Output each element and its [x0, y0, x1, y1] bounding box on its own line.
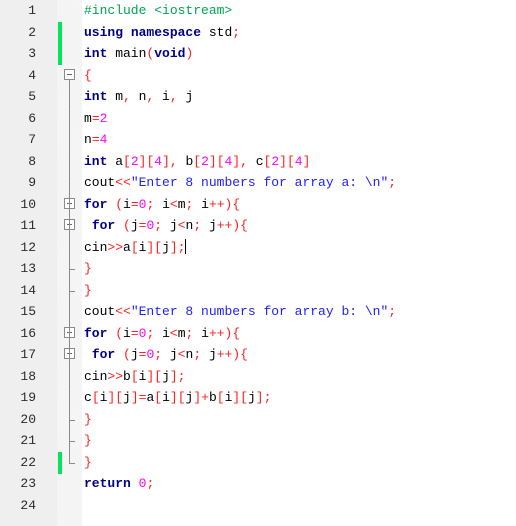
line-number: 8: [28, 153, 36, 169]
line-number: 16: [20, 325, 36, 341]
code-text: for (i=0; i<m; i++){: [84, 325, 241, 341]
code-line[interactable]: 11 for (j=0; j<n; j++){: [0, 215, 516, 237]
code-line[interactable]: 22}: [0, 451, 516, 474]
code-text: }: [84, 433, 92, 448]
code-line[interactable]: 23 return 0;: [0, 473, 516, 495]
code-text: for (j=0; j<n; j++){: [91, 218, 248, 233]
code-text: for (i=0; i<m; i++){: [84, 196, 241, 212]
line-number: 14: [20, 282, 36, 298]
line-number: 3: [28, 46, 36, 61]
line-number: 11: [20, 218, 36, 233]
code-line[interactable]: 1 #include <iostream>: [0, 0, 516, 22]
line-number: 20: [20, 411, 36, 427]
code-text: using namespace std;: [84, 24, 241, 40]
code-line[interactable]: 10 for (i=0; i<m; i++){: [0, 194, 516, 216]
code-text: int m, n, i, j: [84, 89, 194, 104]
code-line[interactable]: 6 m=2: [0, 108, 516, 130]
code-line[interactable]: 9 cout<<"Enter 8 numbers for array a: \n"…: [0, 172, 516, 194]
code-text: return 0;: [84, 476, 155, 491]
text-caret: [185, 238, 187, 254]
fold-end-tick: [69, 290, 75, 292]
code-line[interactable]: 17 for (j=0; j<n; j++){: [0, 344, 516, 366]
code-text: }: [84, 261, 92, 276]
fold-end-tick: [69, 269, 75, 270]
code-editor[interactable]: 1 #include <iostream> 2 using namespace std…: [0, 0, 516, 526]
code-text: c[i][j]=a[i][j]+b[i][j];: [84, 390, 272, 405]
code-text: int a[2][4], b[2][4], c[2][4]: [84, 153, 311, 169]
code-line[interactable]: 8 int a[2][4], b[2][4], c[2][4]: [0, 151, 516, 173]
code-line[interactable]: 14}: [0, 280, 516, 302]
fold-collapse-icon[interactable]: [64, 68, 75, 80]
code-text: int main(void): [84, 46, 194, 61]
code-text: }: [84, 282, 92, 298]
line-number: 1: [28, 3, 36, 18]
line-number: 7: [28, 132, 36, 147]
line-number: 22: [20, 454, 36, 470]
line-number: 18: [20, 368, 36, 384]
line-number: 24: [20, 497, 36, 513]
fold-end-tick: [69, 441, 75, 442]
code-text: m=2: [84, 110, 108, 126]
code-line[interactable]: 21}: [0, 430, 516, 452]
line-number: 19: [20, 390, 36, 405]
code-line[interactable]: 18 cin>>b[i][j];: [0, 366, 516, 388]
code-text: cout<<"Enter 8 numbers for array a: \n";: [84, 175, 397, 190]
code-line[interactable]: 2 using namespace std;: [0, 21, 516, 44]
line-number: 5: [28, 89, 36, 104]
change-marker: [58, 451, 62, 474]
code-text: for (j=0; j<n; j++){: [91, 347, 248, 362]
code-text: }: [84, 454, 92, 470]
line-number: 10: [20, 196, 36, 212]
code-line[interactable]: 19 c[i][j]=a[i][j]+b[i][j];: [0, 387, 516, 409]
code-line[interactable]: 12 cin>>a[i][j];: [0, 237, 516, 259]
line-number: 13: [20, 261, 36, 276]
line-number: 12: [20, 239, 36, 255]
line-number: 4: [28, 67, 36, 83]
line-number: 17: [20, 347, 36, 362]
line-number: 6: [28, 110, 36, 126]
line-number: 21: [20, 433, 36, 448]
change-marker: [58, 43, 62, 65]
line-number: 15: [20, 304, 36, 319]
fold-guide-line: [69, 79, 70, 464]
fold-end-tick: [69, 462, 75, 464]
code-text: #include <iostream>: [84, 3, 233, 18]
code-text: cin>>b[i][j];: [84, 368, 186, 384]
code-text: n=4: [84, 132, 108, 147]
line-number: 23: [20, 476, 36, 491]
line-number: 2: [28, 24, 36, 40]
code-text: cin>>a[i][j];: [84, 238, 187, 255]
code-line[interactable]: 16 for (i=0; i<m; i++){: [0, 323, 516, 345]
code-line[interactable]: 24: [0, 495, 516, 517]
code-line[interactable]: 7 n=4: [0, 129, 516, 151]
change-marker: [58, 21, 62, 44]
fold-end-tick: [69, 419, 75, 421]
code-line[interactable]: 15 cout<<"Enter 8 numbers for array b: \n…: [0, 301, 516, 323]
code-text: {: [84, 67, 92, 83]
code-line[interactable]: 20}: [0, 409, 516, 431]
code-line[interactable]: 13}: [0, 258, 516, 280]
line-number: 9: [28, 175, 36, 190]
code-line[interactable]: 3 int main(void): [0, 43, 516, 65]
code-line[interactable]: 4{: [0, 65, 516, 87]
code-text: cout<<"Enter 8 numbers for array b: \n";: [84, 304, 397, 319]
code-text: }: [84, 411, 92, 427]
code-line[interactable]: 5 int m, n, i, j: [0, 86, 516, 108]
